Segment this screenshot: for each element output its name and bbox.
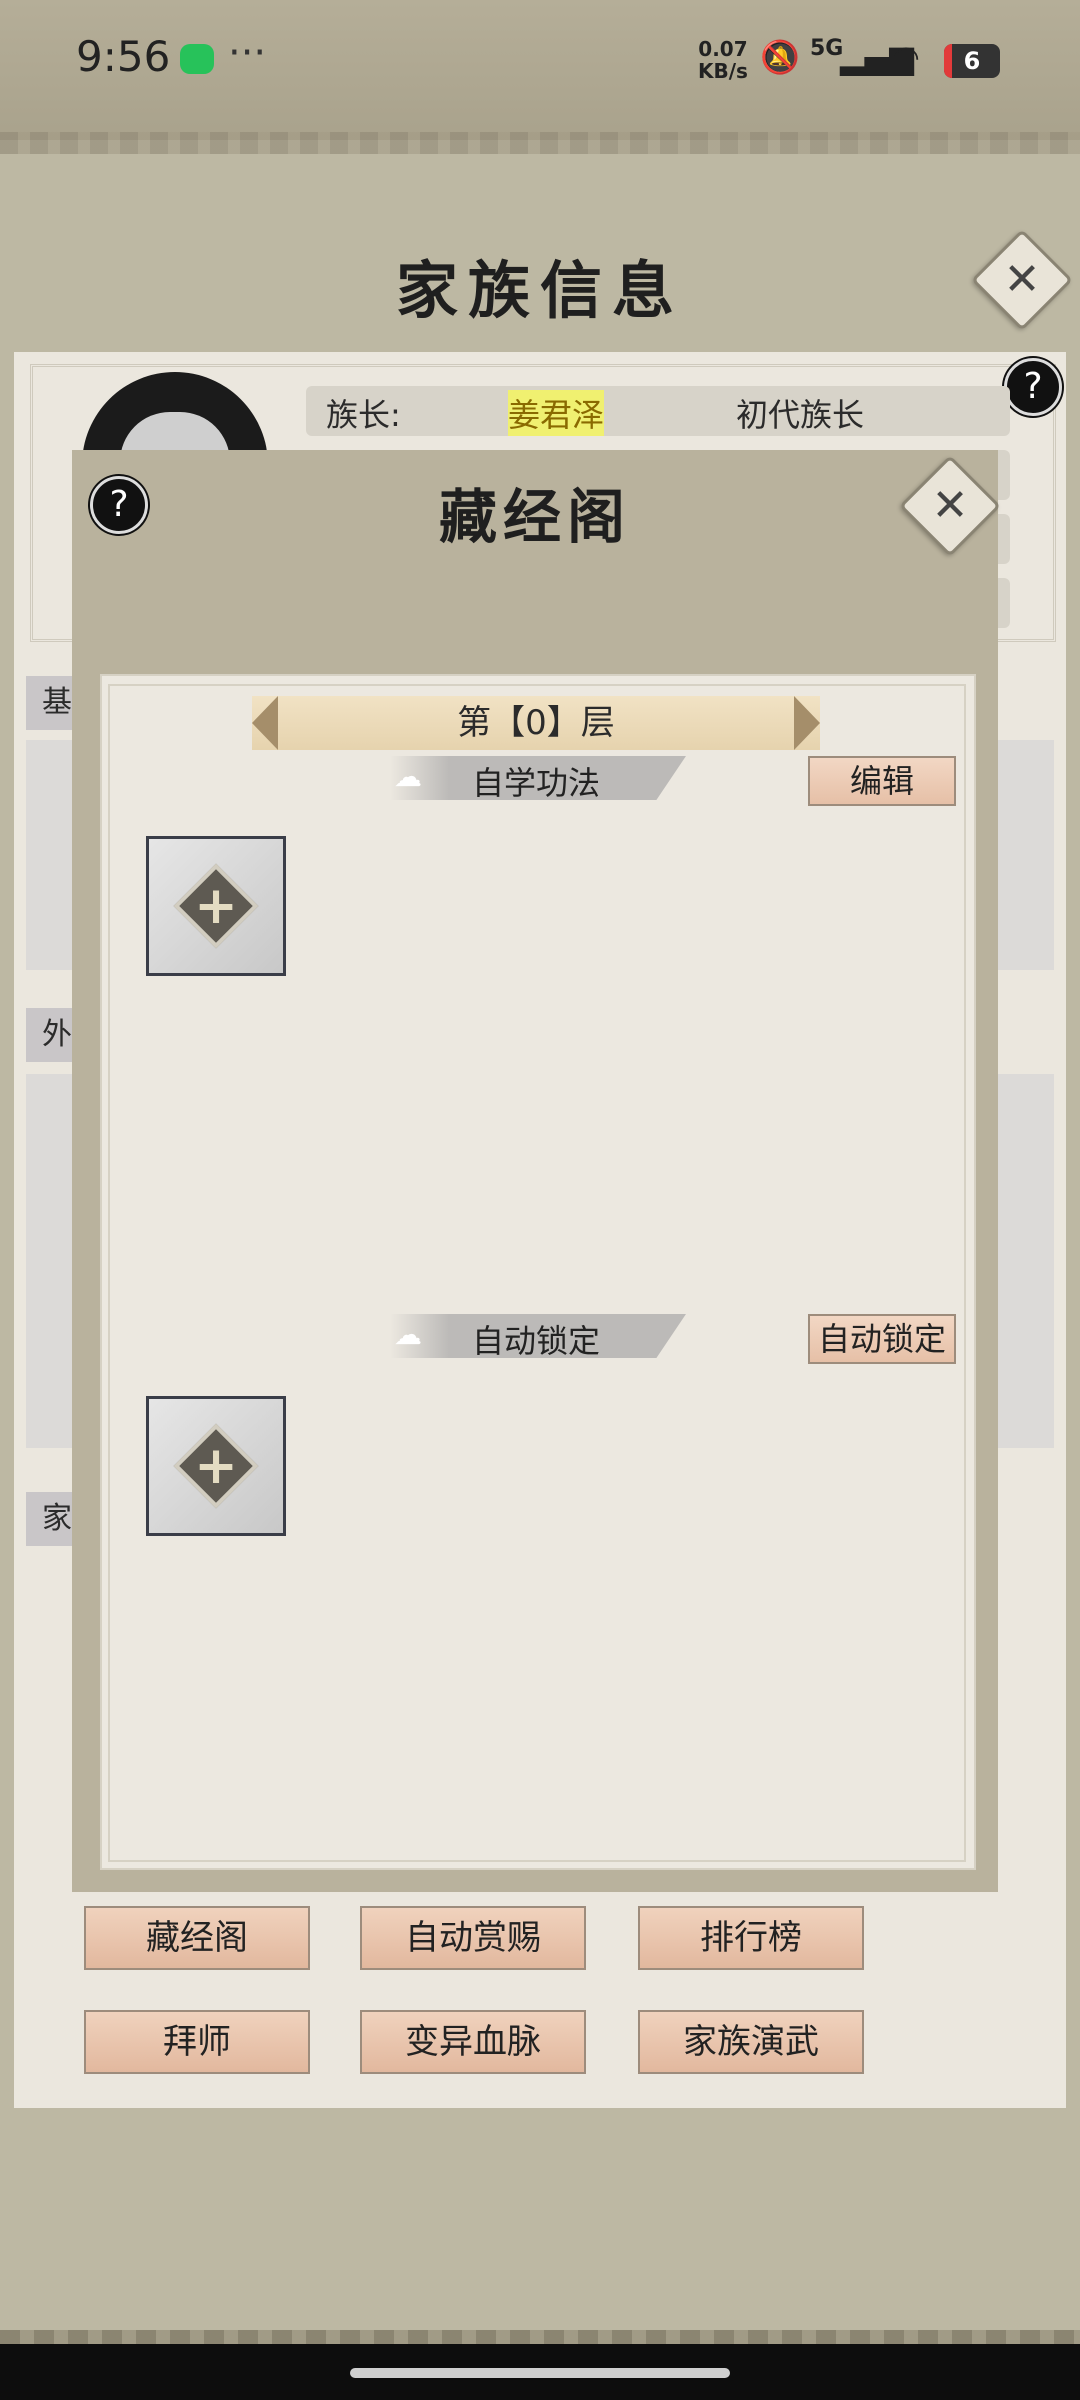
status-time: 9:56 xyxy=(76,32,171,81)
lock-slot-add[interactable]: + xyxy=(146,1396,286,1536)
network-speed-value: 0.07 xyxy=(698,37,748,61)
plus-icon: + xyxy=(194,1436,238,1496)
home-gesture-handle[interactable] xyxy=(350,2368,730,2378)
skill-slot-add[interactable]: + xyxy=(146,836,286,976)
auto-lock-button[interactable]: 自动锁定 xyxy=(808,1314,956,1364)
network-type: 5G xyxy=(810,36,844,61)
page-title: 家族信息 xyxy=(395,254,684,327)
cloud-icon: ☁ xyxy=(394,760,422,793)
torn-edge-top xyxy=(0,132,1080,154)
help-icon: ? xyxy=(109,484,129,525)
auto-reward-button[interactable]: 自动赏赐 xyxy=(360,1906,586,1970)
auto-lock-label: 自动锁定 xyxy=(472,1322,601,1360)
leader-name[interactable]: 姜君泽 xyxy=(508,390,605,436)
mute-icon: 🔕 xyxy=(760,38,800,76)
close-icon: ✕ xyxy=(931,480,969,531)
close-icon: ✕ xyxy=(1003,254,1041,305)
cloud-icon: ☁ xyxy=(394,1318,422,1351)
family-martial-button[interactable]: 家族演武 xyxy=(638,2010,864,2074)
leader-label: 族长: xyxy=(326,396,401,434)
wifi-icon: ◠ xyxy=(892,38,920,76)
wechat-icon xyxy=(180,44,214,74)
floor-label: 第【0】层 xyxy=(457,703,615,743)
network-speed: 0.07 KB/s xyxy=(698,38,748,82)
torn-edge-bottom xyxy=(0,2330,1080,2344)
leader-title: 初代族长 xyxy=(736,396,865,434)
ranking-button[interactable]: 排行榜 xyxy=(638,1906,864,1970)
family-help-button[interactable]: ? xyxy=(1004,358,1062,416)
edit-button[interactable]: 编辑 xyxy=(808,756,956,806)
info-row-leader xyxy=(306,386,1010,436)
modal-help-button[interactable]: ? xyxy=(90,476,148,534)
battery-indicator: 6 xyxy=(944,44,1000,78)
library-button[interactable]: 藏经阁 xyxy=(84,1906,310,1970)
self-study-label: 自学功法 xyxy=(472,764,601,802)
modal-title: 藏经阁 xyxy=(438,483,631,551)
mutant-bloodline-button[interactable]: 变异血脉 xyxy=(360,2010,586,2074)
apprentice-button[interactable]: 拜师 xyxy=(84,2010,310,2074)
more-notifications-icon: ··· xyxy=(228,30,267,76)
network-speed-unit: KB/s xyxy=(698,59,748,83)
help-icon: ? xyxy=(1023,366,1043,407)
plus-icon: + xyxy=(194,876,238,936)
